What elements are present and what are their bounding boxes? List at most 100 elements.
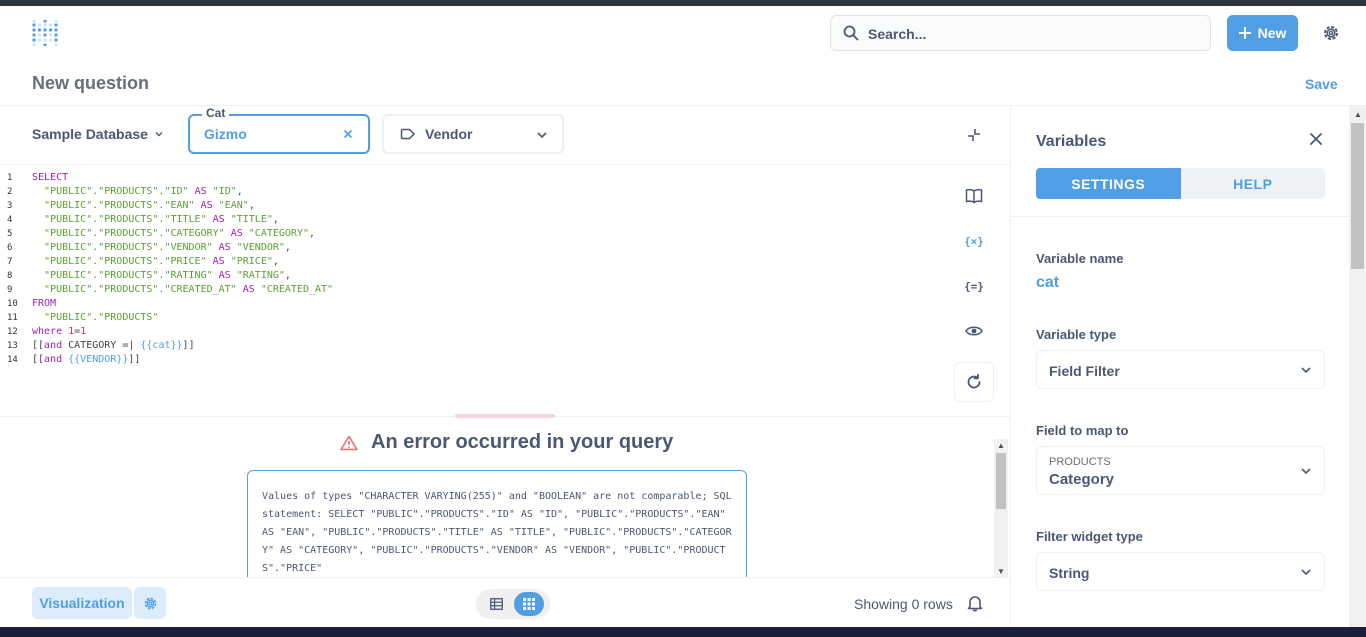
line-text[interactable]: "PUBLIC"."PRODUCTS"."ID" AS "ID", [22, 185, 243, 199]
line-number: 6 [7, 243, 13, 253]
cat-filter-label: Cat [202, 106, 230, 120]
snippet-icon: {=} [964, 280, 984, 293]
code-line[interactable]: 1 SELECT [0, 171, 333, 185]
page-scrollbar[interactable]: ▲ [1349, 106, 1366, 627]
code-line[interactable]: 12 where 1=1 [0, 325, 333, 339]
code-line[interactable]: 14 [[and {{VENDOR}}]] [0, 353, 333, 367]
results-panel: An error occurred in your query Values o… [0, 417, 1010, 577]
search-input[interactable] [868, 24, 1198, 44]
field-map-select[interactable]: PRODUCTS Category [1036, 446, 1325, 495]
app-navbar: New [0, 6, 1366, 60]
cat-filter-value: Gizmo [204, 126, 247, 142]
search-bar[interactable] [830, 15, 1211, 51]
warning-icon [340, 435, 358, 450]
close-icon[interactable] [1309, 132, 1323, 146]
sql-editor[interactable]: 1 SELECT 2 "PUBLIC"."PRODUCTS"."ID" AS "ID… [0, 164, 1010, 416]
scroll-down-arrow-icon[interactable]: ▼ [997, 567, 1005, 576]
code-line[interactable]: 8 "PUBLIC"."PRODUCTS"."RATING" AS "RATIN… [0, 269, 333, 283]
variable-type-value: Field Filter [1049, 363, 1120, 379]
field-map-table: PRODUCTS [1049, 456, 1111, 468]
scrollbar-thumb[interactable] [996, 453, 1006, 509]
line-number: 5 [7, 229, 13, 239]
chevron-down-icon [1301, 367, 1311, 374]
database-picker[interactable]: Sample Database [32, 126, 164, 142]
code-line[interactable]: 7 "PUBLIC"."PRODUCTS"."PRICE" AS "PRICE"… [0, 255, 333, 269]
cat-filter-widget[interactable]: Cat Gizmo [188, 106, 370, 154]
code-line[interactable]: 6 "PUBLIC"."PRODUCTS"."VENDOR" AS "VENDO… [0, 241, 333, 255]
line-text[interactable]: FROM [22, 297, 56, 311]
variable-name-value: cat [1036, 274, 1060, 291]
field-map-label: Field to map to [1036, 423, 1129, 438]
line-text[interactable]: "PUBLIC"."PRODUCTS" [22, 311, 158, 325]
new-button[interactable]: New [1227, 15, 1298, 51]
variable-type-select[interactable]: Field Filter [1036, 350, 1325, 389]
line-text[interactable]: "PUBLIC"."PRODUCTS"."RATING" AS "RATING"… [22, 269, 291, 283]
collapse-editor-icon[interactable] [965, 126, 983, 144]
field-map-field: Category [1049, 471, 1115, 488]
svg-text:{×}: {×} [964, 235, 984, 248]
code-line[interactable]: 5 "PUBLIC"."PRODUCTS"."CATEGORY" AS "CAT… [0, 227, 333, 241]
table-view-toggle[interactable] [476, 589, 550, 619]
code-line[interactable]: 11 "PUBLIC"."PRODUCTS" [0, 311, 333, 325]
code-line[interactable]: 3 "PUBLIC"."PRODUCTS"."EAN" AS "EAN", [0, 199, 333, 213]
code-line[interactable]: 13 [[and CATEGORY =| {{cat}}]] [0, 339, 333, 353]
line-text[interactable]: "PUBLIC"."PRODUCTS"."CREATED_AT" AS "CRE… [22, 283, 333, 297]
preview-query-button[interactable] [963, 320, 985, 342]
scroll-up-arrow-icon[interactable]: ▲ [1354, 110, 1362, 119]
svg-text:{=}: {=} [964, 280, 984, 293]
code-line[interactable]: 9 "PUBLIC"."PRODUCTS"."CREATED_AT" AS "C… [0, 283, 333, 297]
question-footer: Visualization Showing 0 rows [0, 577, 1010, 627]
page-title[interactable]: New question [32, 73, 149, 94]
line-text[interactable]: "PUBLIC"."PRODUCTS"."CATEGORY" AS "CATEG… [22, 227, 315, 241]
bell-icon[interactable] [966, 594, 984, 612]
code-line[interactable]: 10 FROM [0, 297, 333, 311]
chevron-down-icon [1301, 569, 1311, 576]
line-number: 10 [7, 299, 18, 309]
clear-filter-icon[interactable] [342, 128, 354, 140]
code-line[interactable]: 4 "PUBLIC"."PRODUCTS"."TITLE" AS "TITLE"… [0, 213, 333, 227]
widget-type-label: Filter widget type [1036, 529, 1143, 544]
page-scrollbar-thumb[interactable] [1351, 123, 1364, 269]
vendor-filter-widget[interactable]: Vendor [382, 114, 564, 154]
line-text[interactable]: SELECT [22, 171, 68, 185]
line-text[interactable]: "PUBLIC"."PRODUCTS"."EAN" AS "EAN", [22, 199, 255, 213]
variable-name-label: Variable name [1036, 251, 1124, 266]
new-button-label: New [1257, 25, 1287, 41]
settings-gear-icon[interactable] [1322, 24, 1340, 42]
variable-icon: {×} [964, 235, 984, 248]
widget-type-select[interactable]: String [1036, 552, 1325, 591]
snippets-button[interactable]: {=} [963, 275, 985, 297]
line-text[interactable]: [[and CATEGORY =| {{cat}}]] [22, 339, 195, 353]
widget-type-value: String [1049, 565, 1090, 581]
code-line[interactable]: 2 "PUBLIC"."PRODUCTS"."ID" AS "ID", [0, 185, 333, 199]
results-scrollbar[interactable]: ▲ ▼ [994, 439, 1008, 577]
metabase-logo-icon[interactable] [32, 20, 58, 46]
line-text[interactable]: "PUBLIC"."PRODUCTS"."TITLE" AS "TITLE", [22, 213, 279, 227]
chevron-down-icon [537, 132, 547, 139]
save-button[interactable]: Save [1305, 76, 1338, 92]
line-number: 8 [7, 271, 13, 281]
sql-code[interactable]: 1 SELECT 2 "PUBLIC"."PRODUCTS"."ID" AS "ID… [0, 171, 333, 367]
visualization-view-option[interactable] [514, 592, 544, 616]
line-text[interactable]: where 1=1 [22, 325, 86, 339]
visualization-button[interactable]: Visualization [32, 587, 132, 619]
line-number: 14 [7, 355, 18, 365]
variables-button[interactable]: {×} [963, 230, 985, 252]
line-text[interactable]: [[and {{VENDOR}}]] [22, 353, 140, 367]
table-view-option[interactable] [484, 592, 508, 616]
tab-settings[interactable]: SETTINGS [1036, 168, 1181, 199]
gear-icon [144, 597, 156, 609]
tab-help[interactable]: HELP [1180, 168, 1325, 199]
sidebar-title: Variables [1036, 133, 1107, 150]
scroll-up-arrow-icon[interactable]: ▲ [997, 441, 1005, 450]
line-text[interactable]: "PUBLIC"."PRODUCTS"."PRICE" AS "PRICE", [22, 255, 279, 269]
table-icon [489, 598, 503, 610]
database-picker-label: Sample Database [32, 126, 148, 142]
data-reference-button[interactable] [963, 185, 985, 207]
run-query-button[interactable] [954, 362, 994, 402]
line-number: 7 [7, 257, 13, 267]
line-text[interactable]: "PUBLIC"."PRODUCTS"."VENDOR" AS "VENDOR"… [22, 241, 291, 255]
line-number: 12 [7, 327, 18, 337]
search-icon [843, 25, 859, 41]
visualization-settings-button[interactable] [134, 587, 166, 619]
